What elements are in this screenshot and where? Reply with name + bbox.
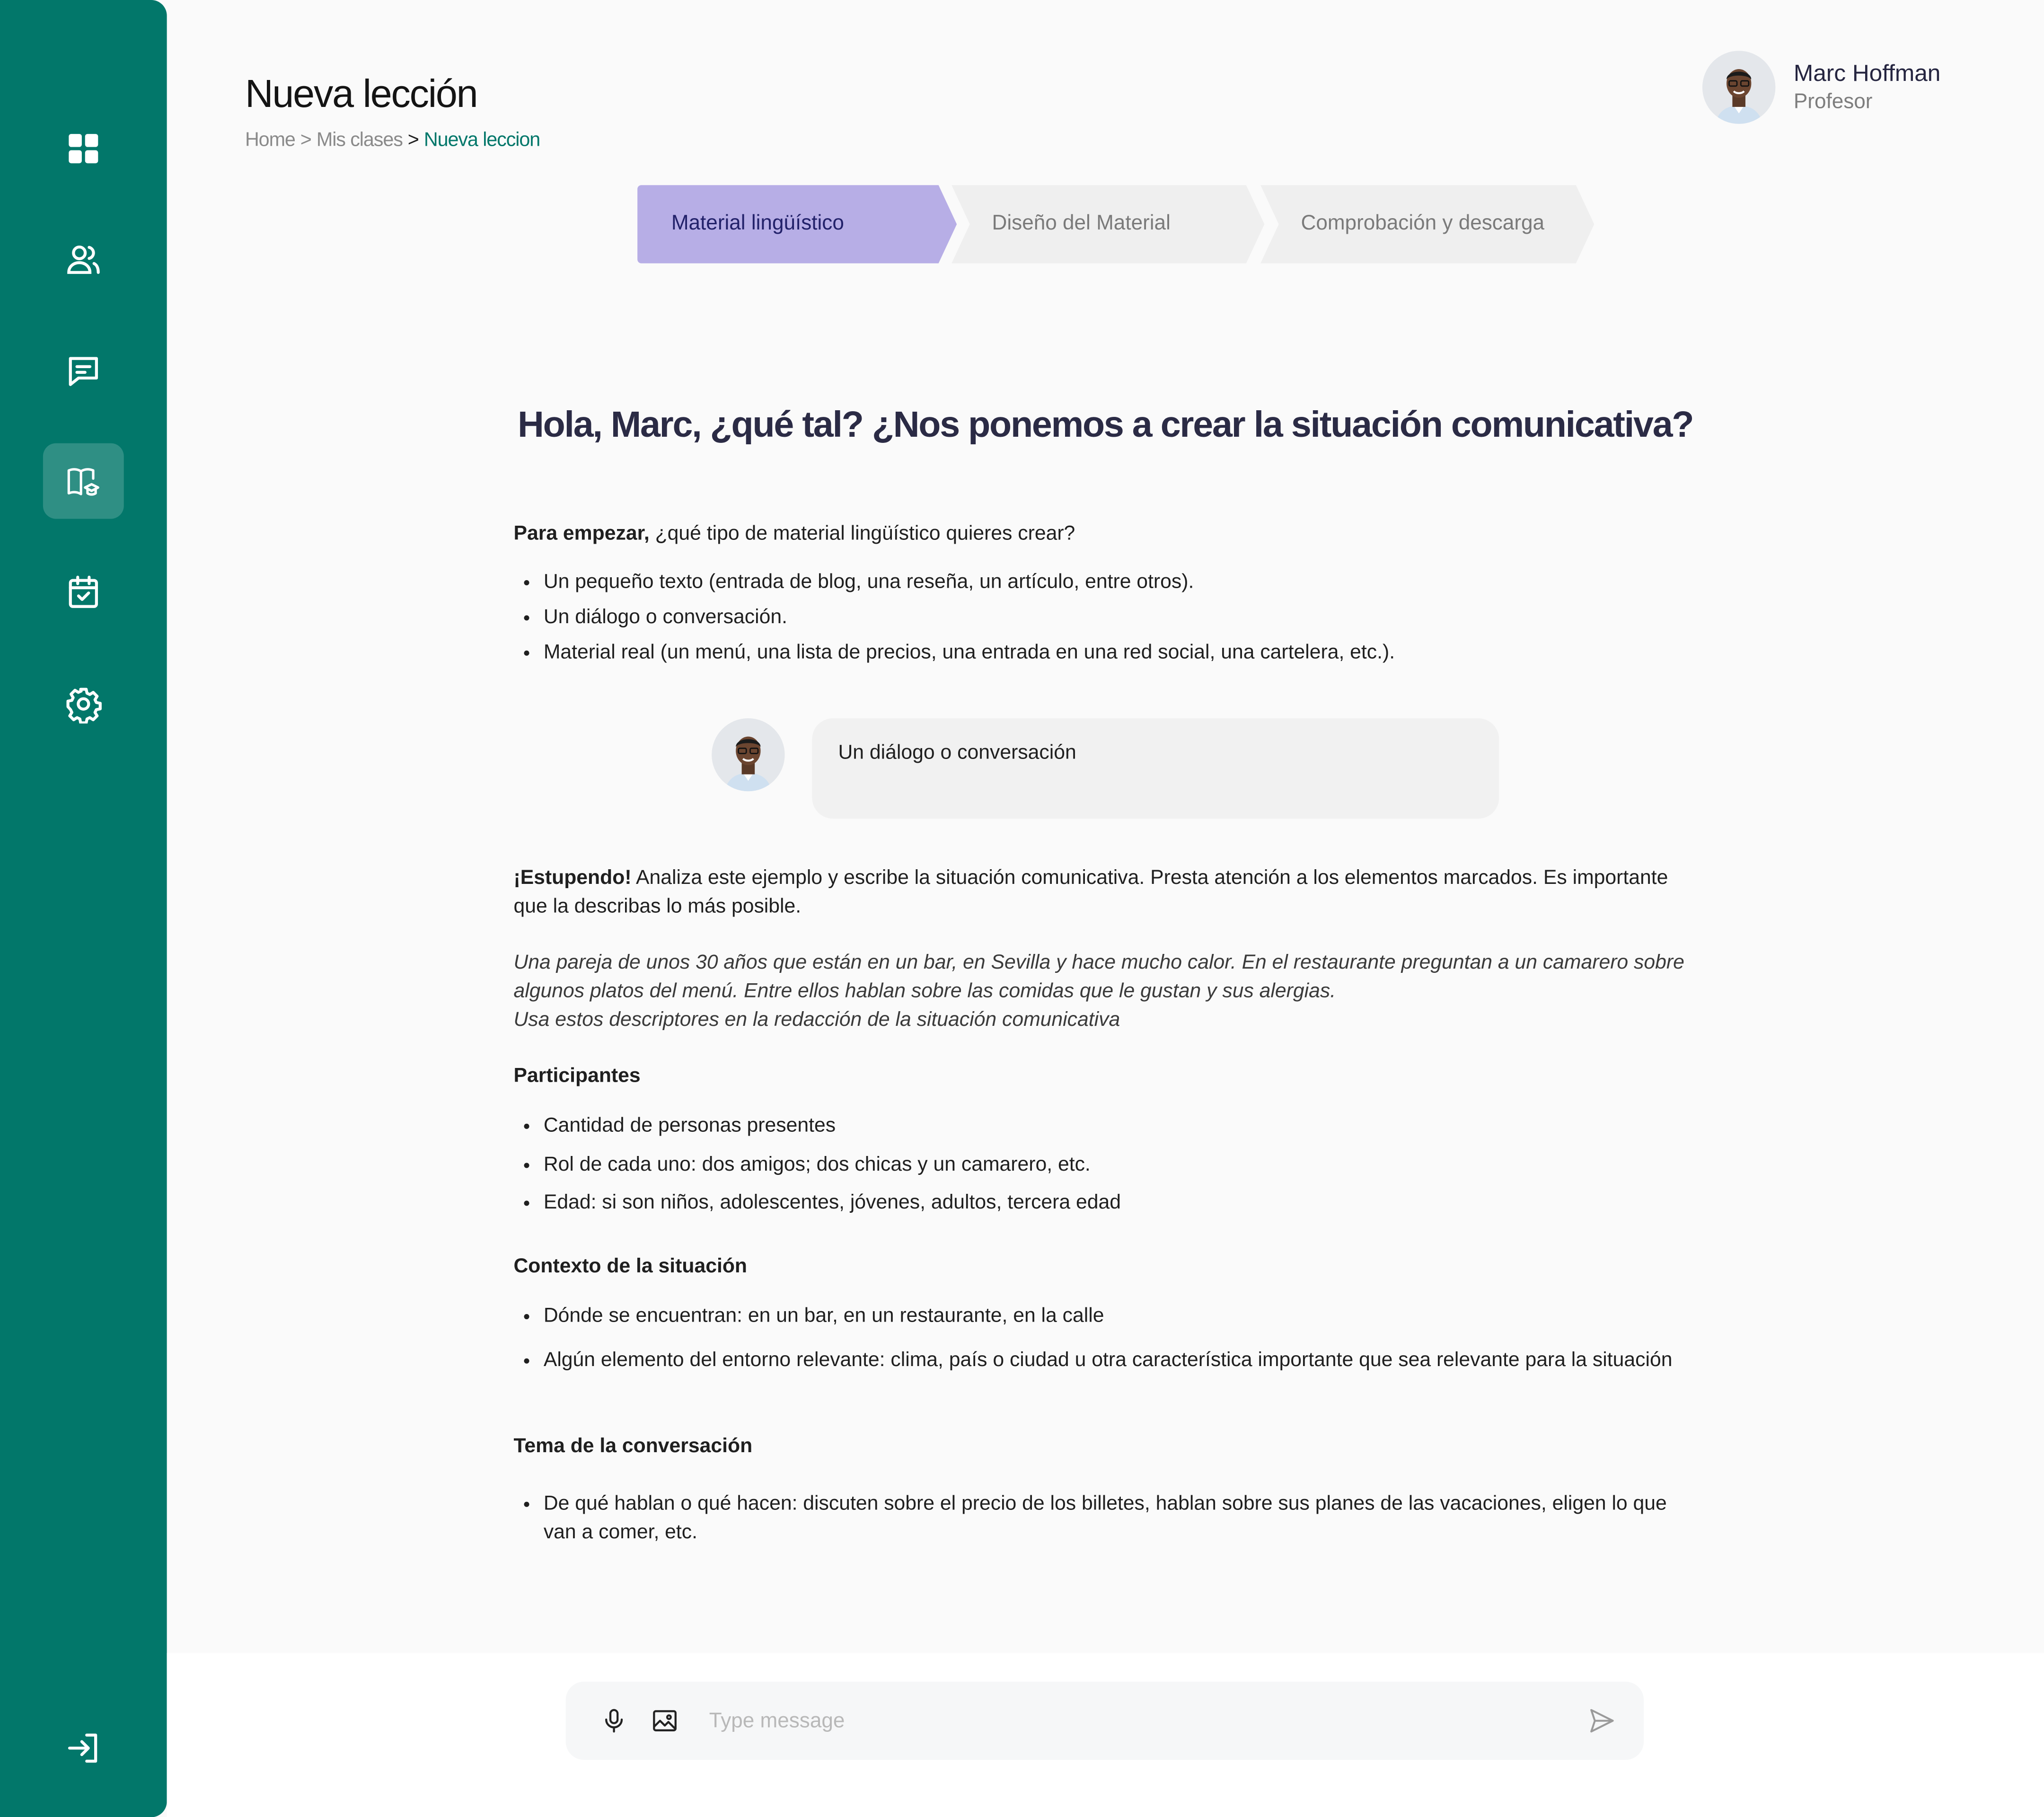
sidebar <box>0 0 167 1817</box>
page-title: Nueva lección <box>245 73 478 116</box>
intro-text: ¿qué tipo de material lingüístico quiere… <box>649 522 1075 545</box>
breadcrumb: Home > Mis clases > Nueva leccion <box>245 129 540 151</box>
step-label: Material lingüístico <box>671 212 844 235</box>
section-title-tema: Tema de la conversación <box>513 1435 753 1458</box>
message-input[interactable] <box>706 1700 1546 1745</box>
messages-icon <box>69 357 98 386</box>
calendar-check-icon <box>69 575 98 608</box>
contexto-list: Dónde se encuentran: en un bar, en un re… <box>513 1302 1687 1391</box>
intro-bold: Para empezar, <box>513 522 650 545</box>
example-text: Una pareja de unos 30 años que están en … <box>513 952 1684 1003</box>
sidebar-item-users[interactable] <box>43 221 124 297</box>
sidebar-item-dashboard[interactable] <box>43 111 124 186</box>
breadcrumb-separator: > <box>407 129 419 151</box>
tema-list: De qué hablan o qué hacen: discuten sobr… <box>513 1490 1687 1547</box>
list-item: Cantidad de personas presentes <box>544 1112 1687 1141</box>
list-item: Un diálogo o conversación. <box>544 604 1687 633</box>
example-situation: Una pareja de unos 30 años que están en … <box>513 949 1687 1035</box>
user-profile[interactable]: Marc Hoffman Profesor <box>1702 51 2015 126</box>
section-title-contexto: Contexto de la situación <box>513 1255 748 1278</box>
section-title-participantes: Participantes <box>513 1065 641 1087</box>
assistant-instruction: ¡Estupendo! Analiza este ejemplo y escri… <box>513 864 1687 922</box>
participantes-list: Cantidad de personas presentes Rol de ca… <box>513 1112 1687 1227</box>
step-diseno-del-material[interactable]: Diseño del Material <box>949 184 1267 265</box>
microphone-icon[interactable] <box>599 1706 628 1735</box>
logout-button[interactable] <box>43 1711 124 1786</box>
breadcrumb-home[interactable]: Home <box>245 129 296 151</box>
step-comprobacion-y-descarga[interactable]: Comprobación y descarga <box>1258 184 1597 265</box>
list-item: De qué hablan o qué hacen: discuten sobr… <box>544 1490 1687 1547</box>
sidebar-item-lessons[interactable] <box>43 443 124 519</box>
assistant-greeting-heading: Hola, Marc, ¿qué tal? ¿Nos ponemos a cre… <box>518 404 1694 445</box>
image-icon[interactable] <box>651 1706 679 1735</box>
breadcrumb-separator: > <box>300 129 312 151</box>
list-item: Material real (un menú, una lista de pre… <box>544 639 1687 668</box>
users-icon <box>67 245 100 274</box>
step-label: Comprobación y descarga <box>1301 212 1545 235</box>
material-options-list: Un pequeño texto (entrada de blog, una r… <box>513 568 1687 674</box>
list-item: Dónde se encuentran: en un bar, en un re… <box>544 1302 1687 1331</box>
user-name: Marc Hoffman <box>1793 60 1941 86</box>
list-item: Un pequeño texto (entrada de blog, una r… <box>544 568 1687 597</box>
settings-gear-icon <box>66 688 102 724</box>
sidebar-item-calendar[interactable] <box>43 554 124 630</box>
dashboard-icon <box>69 134 98 164</box>
reply-bold: ¡Estupendo! <box>513 867 632 889</box>
lessons-book-icon <box>67 468 99 496</box>
send-icon[interactable] <box>1588 1706 1617 1735</box>
list-item: Algún elemento del entorno relevante: cl… <box>544 1347 1687 1376</box>
message-composer <box>565 1681 1644 1760</box>
list-item: Edad: si son niños, adolescentes, jóvene… <box>544 1189 1687 1218</box>
breadcrumb-current: Nueva leccion <box>423 129 540 151</box>
list-item: Rol de cada uno: dos amigos; dos chicas … <box>544 1150 1687 1179</box>
user-role: Profesor <box>1793 91 1873 114</box>
breadcrumb-my-classes[interactable]: Mis clases <box>317 129 403 151</box>
message-bubble: Un diálogo o conversación <box>812 718 1499 819</box>
avatar <box>1702 51 1776 124</box>
step-material-linguistico[interactable]: Material lingüístico <box>636 184 959 265</box>
avatar <box>712 718 785 792</box>
sidebar-item-settings[interactable] <box>43 666 124 742</box>
example-note: Usa estos descriptores en la redacción d… <box>513 1009 1120 1032</box>
step-label: Diseño del Material <box>992 212 1171 235</box>
sidebar-item-messages[interactable] <box>43 334 124 409</box>
logout-icon <box>68 1733 97 1763</box>
reply-text: Analiza este ejemplo y escribe la situac… <box>513 867 1668 918</box>
assistant-question: Para empezar, ¿qué tipo de material ling… <box>513 520 1687 549</box>
